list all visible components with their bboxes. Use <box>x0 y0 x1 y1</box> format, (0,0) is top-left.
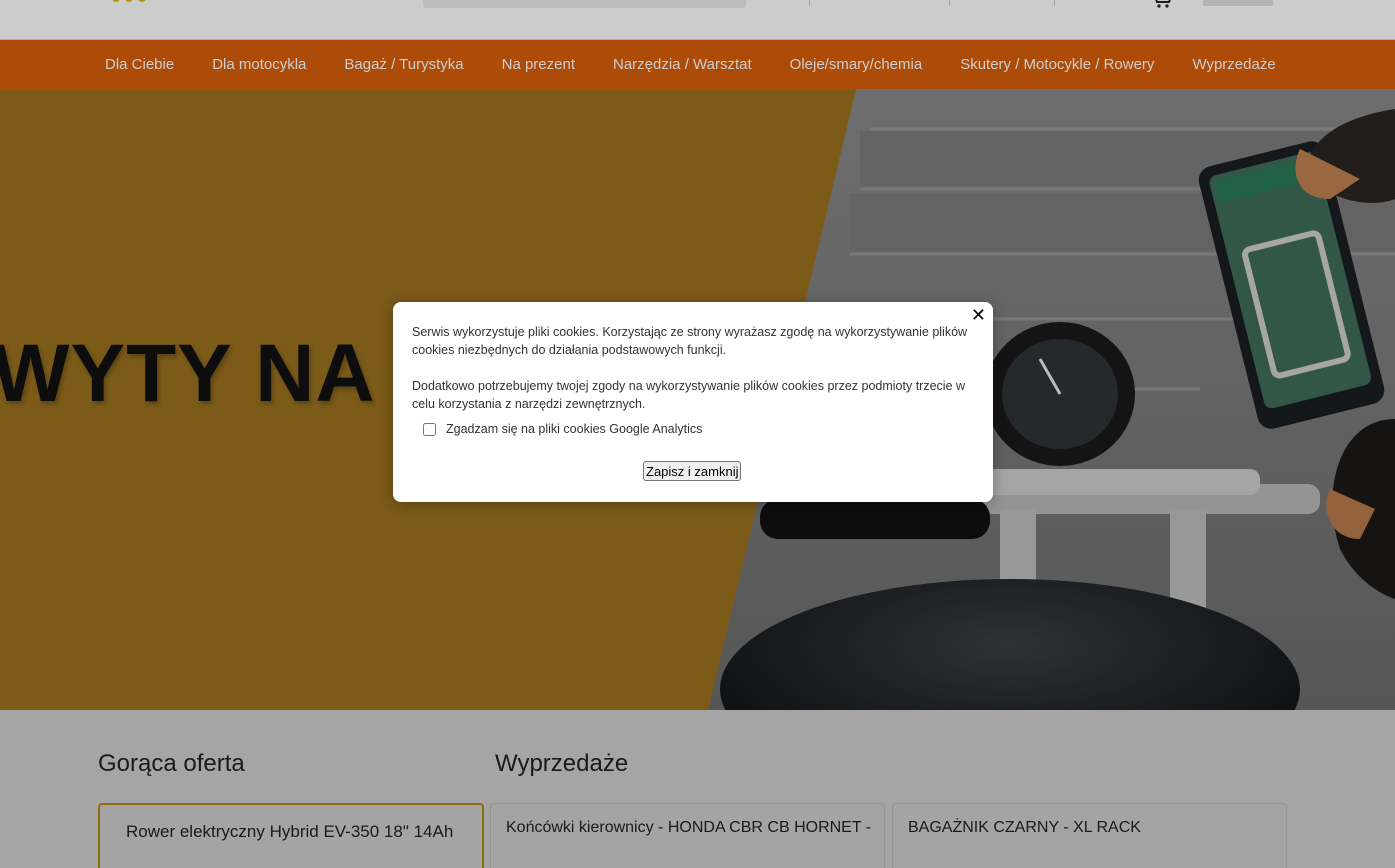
analytics-consent-row[interactable]: Zgadzam się na pliki cookies Google Anal… <box>423 422 702 436</box>
analytics-consent-checkbox[interactable] <box>423 422 436 436</box>
save-and-close-button[interactable]: Zapisz i zamknij <box>643 461 742 481</box>
cookie-consent-dialog: ✕ Serwis wykorzystuje pliki cookies. Kor… <box>393 302 993 502</box>
cookie-text-essential: Serwis wykorzystuje pliki cookies. Korzy… <box>412 325 968 357</box>
cookie-text-third-party: Dodatkowo potrzebujemy twojej zgody na w… <box>412 379 966 411</box>
analytics-consent-label: Zgadzam się na pliki cookies Google Anal… <box>446 422 703 436</box>
